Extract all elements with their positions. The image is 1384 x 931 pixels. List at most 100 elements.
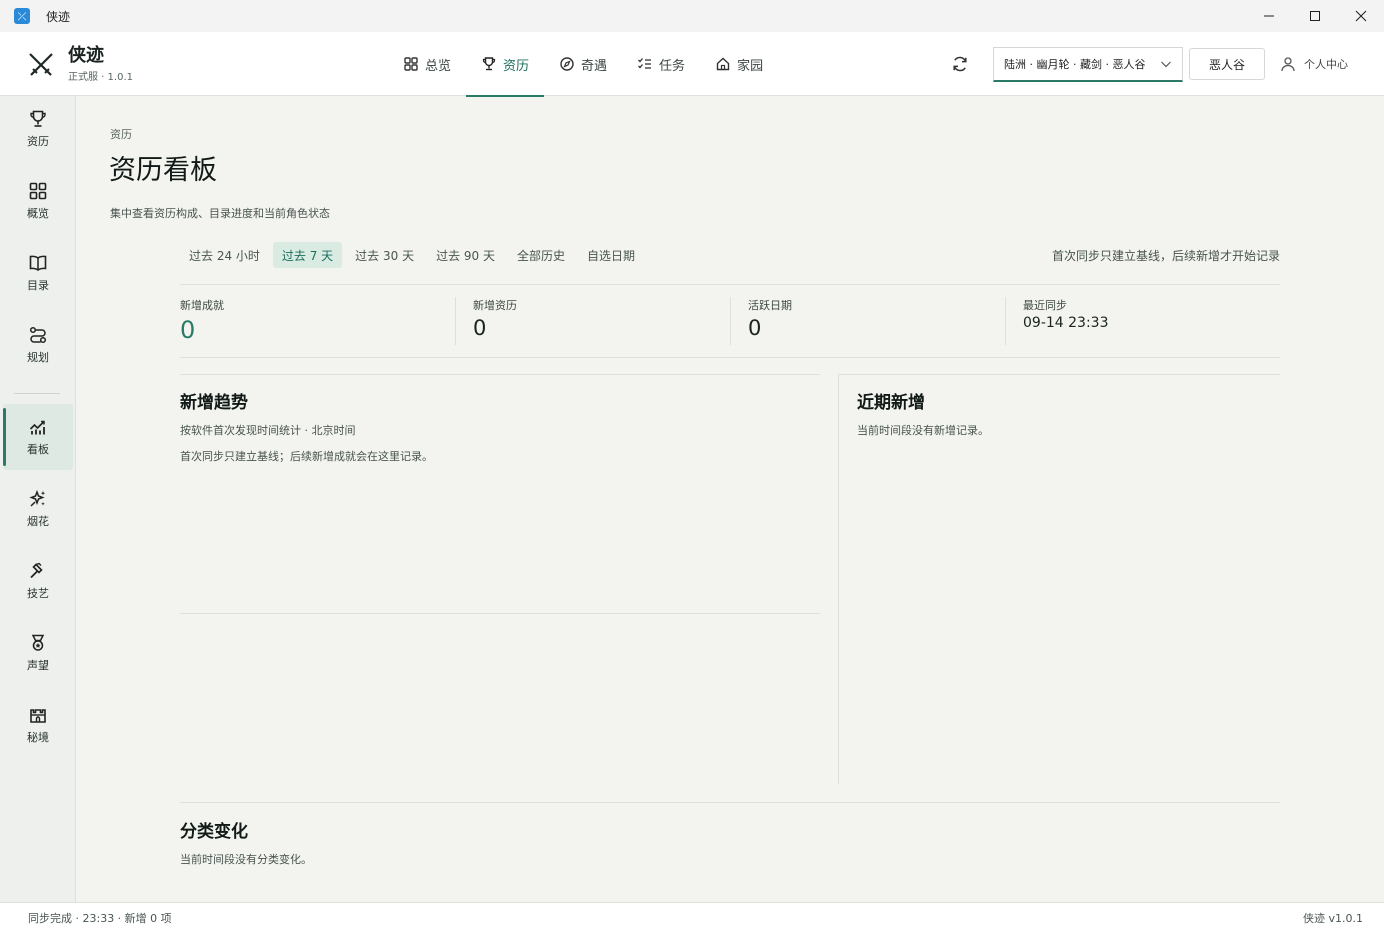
category-empty-message: 当前时间段没有分类变化。 (180, 853, 312, 866)
user-center-button[interactable]: 个人中心 (1280, 48, 1348, 80)
user-icon (1281, 57, 1295, 72)
status-bar: 同步完成 · 23:33 · 新增 0 项 侠迹 v1.0.1 (0, 902, 1384, 931)
medal-icon (31, 634, 45, 651)
trend-panel: 新增趋势 按软件首次发现时间统计 · 北京时间 首次同步只建立基线；后续新增成就… (180, 374, 820, 614)
sidebar-item-label: 技艺 (27, 587, 49, 600)
topnav-overview[interactable]: 总览 (388, 32, 466, 96)
topnav-label: 总览 (425, 58, 452, 74)
sidebar-item-planning[interactable]: 规划 (3, 312, 73, 378)
grid-icon (29, 182, 47, 200)
stat-value: 0 (180, 316, 196, 344)
sidebar-item-label: 声望 (27, 659, 49, 672)
category-title: 分类变化 (180, 822, 248, 842)
sidebar-item-label: 秘境 (27, 731, 49, 744)
user-center-label: 个人中心 (1304, 58, 1348, 71)
stat-label: 新增成就 (180, 299, 224, 312)
stat-value: 0 (748, 316, 762, 340)
maximize-icon (1310, 11, 1320, 21)
sidebar-item-label: 资历 (27, 135, 49, 148)
stat-last-sync: 最近同步 09-14 23:33 (1005, 285, 1280, 357)
sidebar-item-catalog[interactable]: 目录 (3, 240, 73, 306)
range-tab-all[interactable]: 全部历史 (508, 242, 574, 268)
app-version: 侠迹 v1.0.1 (1303, 912, 1363, 925)
range-tab-7d[interactable]: 过去 7 天 (272, 242, 343, 268)
sidebar-divider (14, 393, 60, 394)
minimize-icon (1264, 15, 1274, 17)
topnav-label: 资历 (503, 58, 530, 74)
castle-icon (30, 709, 46, 723)
sidebar-item-label: 目录 (27, 279, 49, 292)
topnav-tasks[interactable]: 任务 (622, 32, 700, 96)
category-panel: 分类变化 当前时间段没有分类变化。 (180, 802, 1280, 902)
minimize-button[interactable] (1246, 0, 1292, 32)
grid-icon (404, 57, 418, 71)
stat-value: 0 (473, 316, 487, 340)
trend-note: 首次同步只建立基线；后续新增成就会在这里记录。 (180, 450, 433, 463)
topnav-label: 家园 (737, 58, 764, 74)
time-range-tabs: 过去 24 小时 过去 7 天 过去 30 天 过去 90 天 全部历史 自选日… (180, 242, 648, 268)
compass-icon (560, 57, 574, 71)
breadcrumb[interactable]: 资历 (110, 126, 132, 142)
route-icon (29, 326, 47, 344)
title-bar: ⤫ 侠迹 (0, 0, 1384, 32)
realm-button[interactable]: 恶人谷 (1189, 48, 1265, 80)
stat-new-achievements: 新增成就 0 (180, 285, 455, 357)
sync-status: 同步完成 · 23:33 · 新增 0 项 (28, 912, 172, 925)
range-tab-custom[interactable]: 自选日期 (578, 242, 644, 268)
stat-label: 最近同步 (1023, 299, 1067, 312)
hammer-icon (30, 562, 43, 579)
sidebar-item-crafting[interactable]: 技艺 (3, 548, 73, 614)
sidebar-item-reputation[interactable]: 声望 (3, 620, 73, 686)
book-icon (29, 255, 47, 271)
sidebar-item-label: 概览 (27, 207, 49, 220)
range-note: 首次同步只建立基线，后续新增才开始记录 (1051, 249, 1280, 263)
server-select-value: 陆洲 · 幽月轮 · 藏剑 · 恶人谷 (1004, 58, 1146, 71)
sidebar-item-achievement[interactable]: 资历 (3, 96, 73, 162)
topnav-achievement[interactable]: 资历 (466, 32, 545, 97)
sidebar-item-overview[interactable]: 概览 (3, 168, 73, 234)
crossed-swords-logo-icon (29, 52, 53, 76)
checklist-icon (638, 58, 652, 69)
recent-empty-message: 当前时间段没有新增记录。 (857, 424, 989, 437)
server-select[interactable]: 陆洲 · 幽月轮 · 藏剑 · 恶人谷 (993, 47, 1183, 82)
app-icon: ⤫ (14, 8, 30, 24)
stat-new-points: 新增资历 0 (455, 285, 730, 357)
sidebar-item-dungeon[interactable]: 秘境 (3, 692, 73, 758)
range-tab-90d[interactable]: 过去 90 天 (427, 242, 504, 268)
trend-title: 新增趋势 (180, 393, 248, 413)
close-button[interactable] (1338, 0, 1384, 32)
close-icon (1355, 10, 1367, 22)
sidebar: 资历 概览 目录 规划 看板 烟花 技艺 声望 秘境 (0, 96, 76, 902)
page-title: 资历看板 (109, 155, 217, 186)
window-controls (1246, 0, 1384, 32)
stat-label: 活跃日期 (748, 299, 792, 312)
recent-title: 近期新增 (857, 393, 925, 413)
sidebar-item-label: 烟花 (27, 515, 49, 528)
maximize-button[interactable] (1292, 0, 1338, 32)
sidebar-item-label: 规划 (27, 351, 49, 364)
range-tab-24h[interactable]: 过去 24 小时 (180, 242, 269, 268)
stat-label: 新增资历 (473, 299, 517, 312)
recent-panel: 近期新增 当前时间段没有新增记录。 (838, 374, 1280, 784)
chart-icon (29, 420, 45, 435)
brand[interactable]: 侠迹 正式服 · 1.0.1 (26, 46, 133, 83)
stat-value: 09-14 23:33 (1023, 315, 1109, 331)
trophy-icon (30, 110, 46, 127)
sidebar-item-dashboard[interactable]: 看板 (3, 404, 73, 470)
page-description: 集中查看资历构成、目录进度和当前角色状态 (110, 207, 330, 220)
sparkle-icon (29, 489, 46, 507)
top-navigation: 总览 资历 奇遇 任务 家园 (388, 32, 778, 97)
sidebar-item-label: 看板 (27, 443, 49, 456)
home-icon (716, 57, 730, 71)
range-tab-30d[interactable]: 过去 30 天 (346, 242, 423, 268)
refresh-icon[interactable] (950, 54, 970, 74)
window-title: 侠迹 (46, 9, 71, 24)
topnav-adventure[interactable]: 奇遇 (544, 32, 622, 96)
app-header: 侠迹 正式服 · 1.0.1 总览 资历 奇遇 任务 家园 陆洲 · 幽月轮 ·… (0, 32, 1384, 97)
topnav-home[interactable]: 家园 (700, 32, 778, 96)
brand-version: 正式服 · 1.0.1 (68, 72, 133, 83)
sidebar-item-fireworks[interactable]: 烟花 (3, 476, 73, 542)
stat-active-days: 活跃日期 0 (730, 285, 1005, 357)
topnav-label: 奇遇 (581, 58, 608, 74)
trophy-icon (482, 57, 496, 71)
